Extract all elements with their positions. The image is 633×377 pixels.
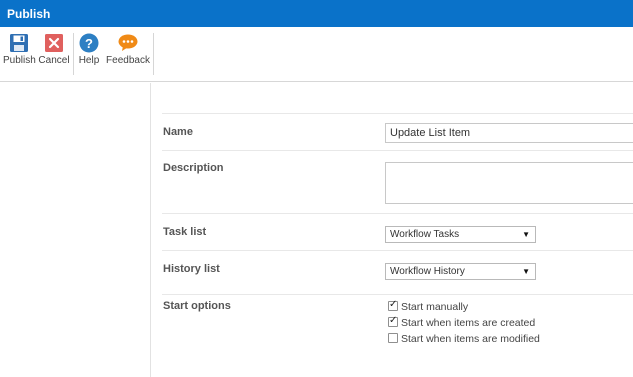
left-panel bbox=[0, 83, 151, 377]
window-title: Publish bbox=[7, 7, 51, 21]
start-on-create-label: Start when items are created bbox=[401, 317, 536, 329]
start-manually-label: Start manually bbox=[401, 301, 469, 313]
cancel-label: Cancel bbox=[38, 55, 70, 66]
cancel-button[interactable]: Cancel bbox=[38, 33, 70, 66]
name-row: Name bbox=[162, 113, 633, 150]
start-manually-option[interactable]: ✓ Start manually bbox=[388, 299, 469, 315]
dropdown-arrow-icon: ▼ bbox=[522, 267, 530, 276]
description-label: Description bbox=[163, 162, 224, 174]
svg-text:?: ? bbox=[85, 36, 93, 51]
publish-button[interactable]: Publish bbox=[3, 33, 36, 66]
description-row: Description bbox=[162, 150, 633, 213]
start-on-create-checkbox[interactable]: ✓ bbox=[388, 315, 398, 327]
start-options-row: Start options ✓ Start manually ✓ Start whe… bbox=[162, 294, 633, 377]
close-x-icon bbox=[45, 34, 63, 52]
toolbar-divider bbox=[153, 33, 154, 75]
question-mark-icon: ? bbox=[79, 33, 99, 53]
start-options-label: Start options bbox=[163, 300, 231, 312]
save-disk-icon bbox=[10, 34, 28, 52]
history-list-select[interactable]: Workflow History ▼ bbox=[385, 263, 536, 280]
history-list-row: History list Workflow History ▼ bbox=[162, 250, 633, 294]
speech-bubble-icon bbox=[118, 34, 138, 51]
publish-label: Publish bbox=[3, 55, 36, 66]
feedback-button[interactable]: Feedback bbox=[106, 33, 150, 66]
checkmark-icon: ✓ bbox=[389, 315, 398, 326]
help-button[interactable]: ? Help bbox=[77, 33, 101, 66]
task-list-label: Task list bbox=[163, 226, 207, 238]
description-textarea[interactable] bbox=[385, 162, 633, 204]
publish-form: Name Description Task list Workflow Task… bbox=[152, 83, 633, 377]
ribbon-toolbar: Publish Cancel ? Help Feedback bbox=[0, 27, 633, 82]
name-input[interactable] bbox=[385, 123, 633, 143]
start-on-create-option[interactable]: ✓ Start when items are created bbox=[388, 315, 536, 331]
start-on-modify-checkbox[interactable] bbox=[388, 333, 398, 343]
task-list-selected: Workflow Tasks bbox=[390, 229, 460, 240]
title-bar: Publish bbox=[0, 0, 633, 27]
feedback-label: Feedback bbox=[106, 55, 150, 66]
history-list-selected: Workflow History bbox=[390, 266, 465, 277]
history-list-label: History list bbox=[163, 263, 220, 275]
toolbar-divider bbox=[73, 33, 74, 75]
name-label: Name bbox=[163, 126, 193, 138]
dropdown-arrow-icon: ▼ bbox=[522, 230, 530, 239]
help-label: Help bbox=[78, 55, 100, 66]
task-list-row: Task list Workflow Tasks ▼ bbox=[162, 213, 633, 250]
start-manually-checkbox[interactable]: ✓ bbox=[388, 299, 398, 311]
start-on-modify-label: Start when items are modified bbox=[401, 333, 540, 345]
checkmark-icon: ✓ bbox=[389, 299, 398, 310]
task-list-select[interactable]: Workflow Tasks ▼ bbox=[385, 226, 536, 243]
start-on-modify-option[interactable]: Start when items are modified bbox=[388, 333, 540, 347]
